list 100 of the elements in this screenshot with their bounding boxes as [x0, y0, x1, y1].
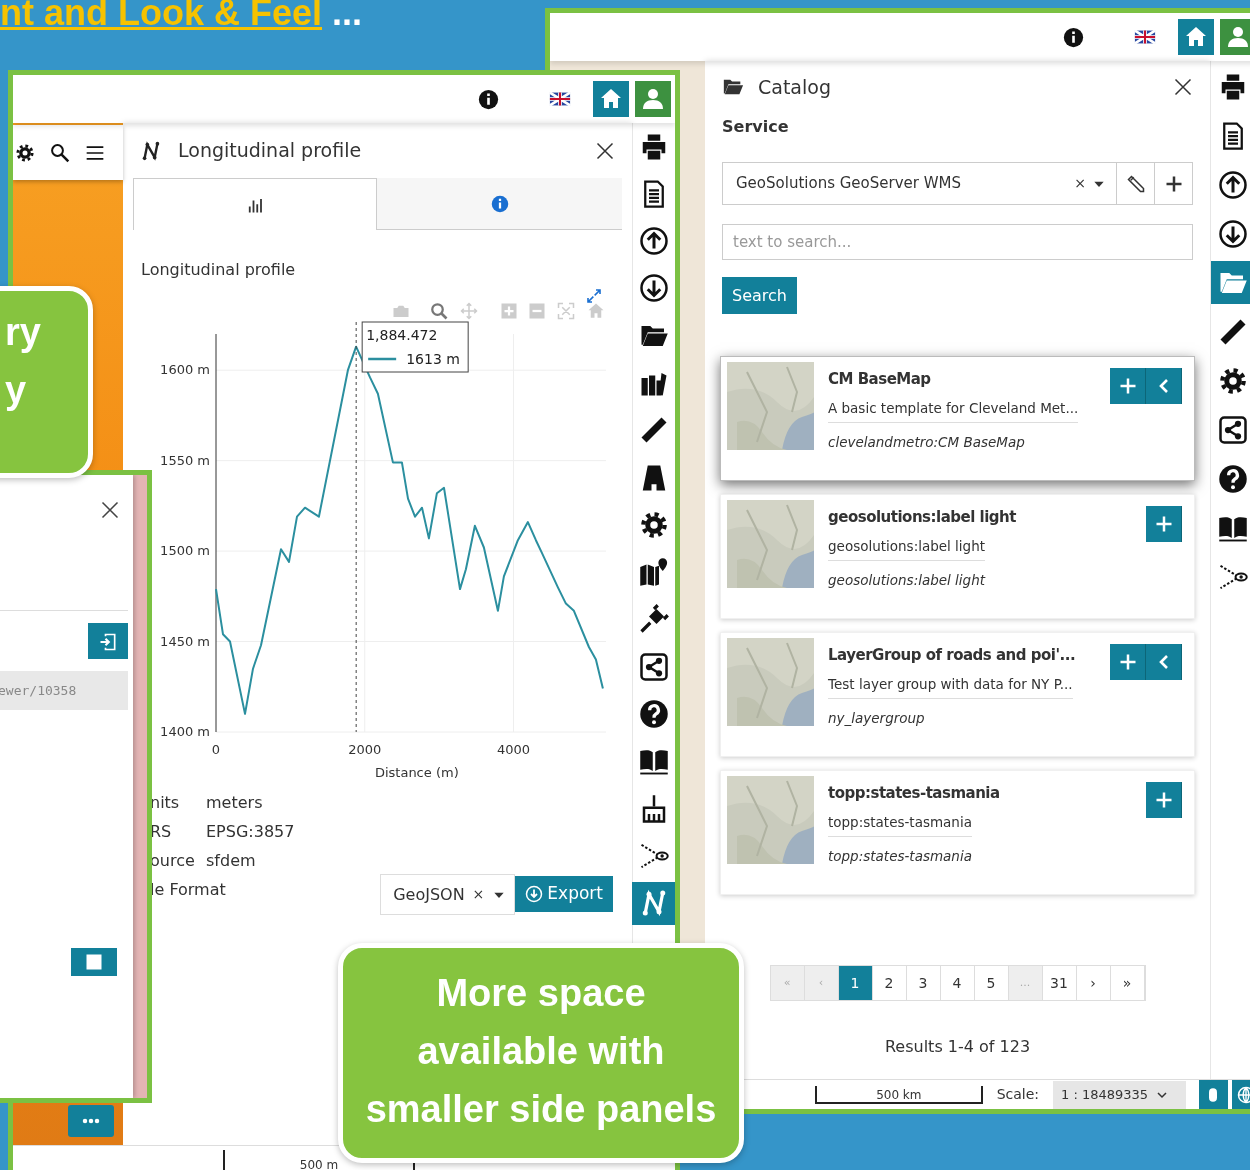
info-label: le Format [150, 878, 226, 901]
export-button[interactable]: Export [515, 876, 613, 912]
scale-bar: 500 km [815, 1085, 983, 1104]
info-label: ource [150, 849, 196, 872]
callout-text: More space [436, 972, 646, 1014]
tooltip-text: 1,884.472 [366, 327, 438, 343]
home-icon [1184, 25, 1208, 49]
search-field[interactable]: text to search... [722, 224, 1193, 260]
share-icon [639, 651, 669, 682]
more-icon [82, 1118, 100, 1124]
select-value: GeoSolutions GeoServer WMS [736, 173, 962, 195]
search-button[interactable]: Search [722, 277, 797, 314]
toggle-button[interactable] [71, 948, 117, 976]
service-select[interactable]: GeoSolutions GeoServer WMS × [722, 162, 1193, 205]
result-card[interactable]: LayerGroup of roads and poi'... Test layer group with data for NY P... ny_layergroup [720, 632, 1195, 757]
back-button[interactable] [1146, 644, 1182, 680]
home-button[interactable] [1178, 19, 1214, 55]
clear-mark[interactable]: × [472, 884, 485, 905]
format-select[interactable]: GeoJSON × [380, 874, 516, 915]
layer-title: topp:states-tasmania [828, 783, 1000, 804]
gear-icon [15, 142, 35, 163]
info-icon [1063, 26, 1084, 48]
result-card[interactable]: geosolutions:label light geosolutions:label light geosolutions:label light [720, 494, 1195, 619]
axis-label: 1400 m [160, 724, 210, 739]
home-icon [599, 87, 623, 111]
layer-title: geosolutions:label light [828, 507, 1016, 528]
add-layer-button[interactable] [1146, 506, 1182, 542]
callout-text: smaller side panels [365, 1088, 717, 1130]
callout-text: y [5, 369, 27, 411]
back-button[interactable] [1146, 368, 1182, 404]
pencil-icon [1126, 174, 1145, 193]
scale-select[interactable]: 1 : 18489335 [1053, 1080, 1187, 1109]
select-value: GeoJSON [393, 883, 465, 906]
close-button[interactable] [1173, 77, 1193, 97]
expand-icon [586, 288, 602, 304]
scale-label: Scale: [996, 1085, 1040, 1104]
layer-description: A basic template for Cleveland Met... [828, 397, 1079, 423]
user-button[interactable] [1220, 19, 1250, 55]
add-layer-button[interactable] [1146, 782, 1182, 818]
globe-icon [1236, 1086, 1250, 1104]
info-icon [490, 194, 509, 213]
arrow-down-icon [639, 273, 669, 304]
info-icon [478, 88, 499, 110]
profile-line-icon [140, 139, 162, 162]
clear-mark[interactable]: × [1074, 173, 1086, 194]
download-icon [525, 885, 544, 903]
axis-label: 1450 m [160, 633, 210, 649]
result-card[interactable]: CM BaseMap A basic template for Cleveland Met... clevelandmetro:CM BaseMap [720, 356, 1195, 481]
home-button[interactable] [593, 81, 629, 117]
info-value: EPSG:3857 [206, 820, 295, 843]
axis-label: 1500 m [160, 543, 210, 559]
layer-description: Test layer group with data for NY P... [828, 673, 1073, 699]
close-button[interactable] [100, 500, 120, 520]
axis-label: 4000 [496, 742, 531, 757]
plug-icon [639, 604, 669, 635]
legend-line [368, 357, 397, 361]
add-layer-button[interactable] [1110, 644, 1146, 680]
callout-text: available with [417, 1030, 665, 1072]
layer-title: CM BaseMap [828, 369, 932, 390]
layer-title: LayerGroup of roads and poi'... [828, 645, 1076, 666]
close-icon [595, 140, 615, 161]
panel-title: Longitudinal profile [178, 138, 363, 164]
import-button[interactable] [88, 623, 128, 659]
close-icon [100, 500, 120, 520]
gear-icon [1218, 365, 1248, 396]
gear-icon [639, 509, 669, 540]
add-layer-button[interactable] [1110, 368, 1146, 404]
user-icon [641, 87, 665, 111]
field-label: Service [722, 116, 790, 138]
arrow-up-icon [639, 226, 669, 257]
page-button[interactable]: 1 [838, 966, 873, 1000]
sign-in-icon [98, 631, 118, 652]
arrow-up-icon [1218, 169, 1248, 200]
info-value: sfdem [206, 849, 256, 872]
results-count: Results 1-4 of 123 [884, 1037, 1031, 1056]
square-icon [85, 953, 103, 971]
arrow-down-icon [1218, 218, 1248, 249]
more-button[interactable] [68, 1105, 114, 1137]
layer-name: ny_layergroup [828, 708, 926, 728]
axis-label: 1600 m [160, 362, 210, 378]
info-value: meters [206, 791, 263, 814]
user-button[interactable] [635, 81, 671, 117]
zoom-icon[interactable] [432, 304, 447, 319]
layer-name: topp:states-tasmania [828, 846, 973, 866]
result-card[interactable]: topp:states-tasmania topp:states-tasmania topp:states-tasmania [720, 770, 1195, 895]
close-button[interactable] [595, 140, 615, 161]
info-label: RS [150, 820, 173, 843]
help-icon [639, 699, 669, 730]
user-icon [1226, 25, 1250, 49]
layer-name: geosolutions:label light [828, 570, 987, 590]
mouse-button[interactable] [1199, 1080, 1228, 1109]
layer-description: geosolutions:label light [828, 535, 986, 561]
layer-description: topp:states-tasmania [828, 811, 972, 837]
callout-text: ry [5, 311, 41, 353]
axis-title: Distance (m) [374, 765, 459, 780]
scale-value: 1 : 18489335 [1061, 1085, 1149, 1104]
close-icon [1173, 77, 1193, 97]
axis-label: 0 [211, 742, 221, 757]
axis-label: 1550 m [160, 452, 210, 468]
map-pin-icon [639, 557, 669, 588]
